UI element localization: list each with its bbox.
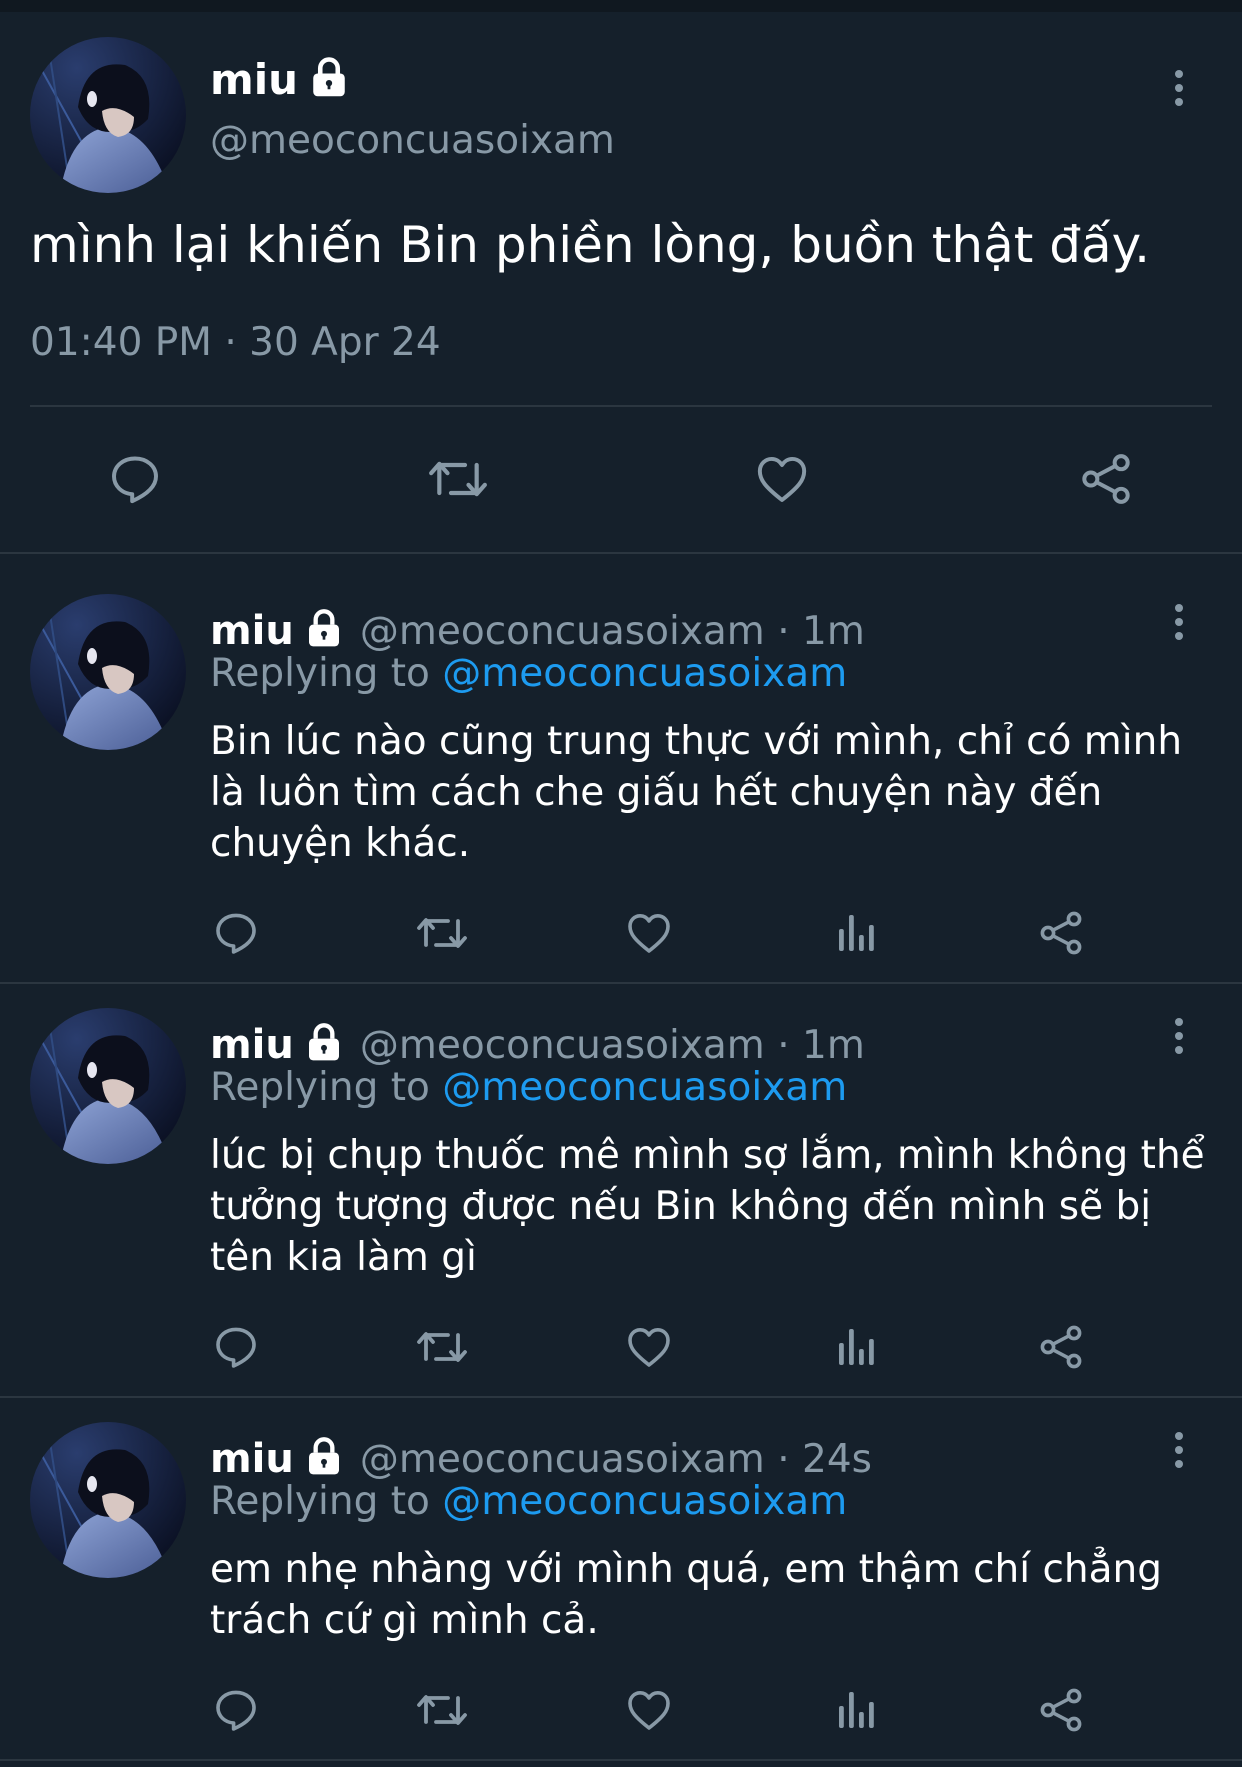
tweet-text: lúc bị chụp thuốc mê mình sợ lắm, mình k… bbox=[210, 1133, 1205, 1280]
replying-to-line: Replying to @meoconcuasoixam bbox=[210, 1479, 847, 1524]
avatar[interactable] bbox=[30, 1008, 186, 1164]
tweet-text: mình lại khiến Bin phiền lòng, buồn thật… bbox=[30, 216, 1150, 274]
more-icon[interactable] bbox=[1169, 70, 1189, 106]
lock-icon bbox=[304, 604, 344, 648]
more-icon[interactable] bbox=[1169, 604, 1189, 640]
time-separator: · bbox=[764, 609, 802, 654]
author-handle[interactable]: @meoconcuasoixam bbox=[210, 118, 615, 163]
replying-to-label: Replying to bbox=[210, 1065, 443, 1110]
lock-icon bbox=[304, 1018, 344, 1062]
like-icon[interactable] bbox=[624, 1686, 674, 1734]
avatar[interactable] bbox=[30, 1422, 186, 1578]
retweet-icon[interactable] bbox=[414, 1323, 470, 1371]
like-icon[interactable] bbox=[624, 909, 674, 957]
avatar[interactable] bbox=[30, 594, 186, 750]
analytics-icon[interactable] bbox=[832, 1686, 880, 1734]
author-name[interactable]: miu bbox=[210, 55, 298, 104]
tweet-time[interactable]: 1m bbox=[802, 609, 865, 654]
reply-icon[interactable] bbox=[212, 1686, 260, 1734]
author-name[interactable]: miu bbox=[210, 1436, 294, 1482]
replying-to-line: Replying to @meoconcuasoixam bbox=[210, 1065, 847, 1110]
replying-to-label: Replying to bbox=[210, 1479, 443, 1524]
replying-to-link[interactable]: @meoconcuasoixam bbox=[442, 651, 847, 696]
more-icon[interactable] bbox=[1169, 1432, 1189, 1468]
lock-icon bbox=[304, 1432, 344, 1476]
replying-to-link[interactable]: @meoconcuasoixam bbox=[442, 1479, 847, 1524]
tweet-time[interactable]: 1m bbox=[802, 1023, 865, 1068]
like-icon[interactable] bbox=[753, 451, 811, 507]
avatar[interactable] bbox=[30, 37, 186, 193]
share-icon[interactable] bbox=[1037, 1686, 1085, 1734]
retweet-icon[interactable] bbox=[414, 909, 470, 957]
share-icon[interactable] bbox=[1037, 1323, 1085, 1371]
author-name-row: miu bbox=[210, 52, 350, 104]
divider bbox=[0, 552, 1242, 554]
top-separator bbox=[0, 0, 1242, 12]
author-name[interactable]: miu bbox=[210, 1022, 294, 1068]
tweet-timestamp[interactable]: 01:40 PM · 30 Apr 24 bbox=[30, 320, 441, 365]
author-name-row: miu @meoconcuasoixam · 24s bbox=[210, 1432, 872, 1482]
author-name-row: miu @meoconcuasoixam · 1m bbox=[210, 1018, 865, 1068]
author-name[interactable]: miu bbox=[210, 608, 294, 654]
replying-to-label: Replying to bbox=[210, 651, 443, 696]
lock-icon bbox=[308, 52, 350, 98]
divider bbox=[30, 405, 1212, 407]
reply-icon[interactable] bbox=[212, 909, 260, 957]
analytics-icon[interactable] bbox=[832, 909, 880, 957]
like-icon[interactable] bbox=[624, 1323, 674, 1371]
author-handle[interactable]: @meoconcuasoixam bbox=[360, 609, 765, 654]
retweet-icon[interactable] bbox=[414, 1686, 470, 1734]
author-handle[interactable]: @meoconcuasoixam bbox=[360, 1023, 765, 1068]
author-handle[interactable]: @meoconcuasoixam bbox=[360, 1437, 765, 1482]
analytics-icon[interactable] bbox=[832, 1323, 880, 1371]
replying-to-line: Replying to @meoconcuasoixam bbox=[210, 651, 847, 696]
tweet-text: em nhẹ nhàng với mình quá, em thậm chí c… bbox=[210, 1547, 1163, 1643]
share-icon[interactable] bbox=[1078, 451, 1134, 507]
more-icon[interactable] bbox=[1169, 1018, 1189, 1054]
tweet-text: Bin lúc nào cũng trung thực với mình, ch… bbox=[210, 719, 1183, 866]
divider bbox=[0, 1396, 1242, 1398]
divider bbox=[0, 1759, 1242, 1761]
divider bbox=[0, 982, 1242, 984]
time-separator: · bbox=[764, 1437, 802, 1482]
reply-icon[interactable] bbox=[107, 451, 163, 507]
author-name-row: miu @meoconcuasoixam · 1m bbox=[210, 604, 865, 654]
tweet-time[interactable]: 24s bbox=[802, 1437, 872, 1482]
retweet-icon[interactable] bbox=[425, 451, 491, 507]
replying-to-link[interactable]: @meoconcuasoixam bbox=[442, 1065, 847, 1110]
share-icon[interactable] bbox=[1037, 909, 1085, 957]
time-separator: · bbox=[764, 1023, 802, 1068]
reply-icon[interactable] bbox=[212, 1323, 260, 1371]
